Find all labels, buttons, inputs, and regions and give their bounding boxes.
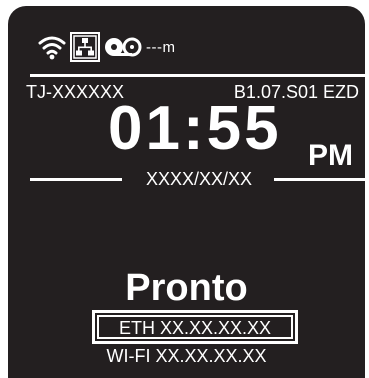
- wifi-address: WI-FI XX.XX.XX.XX: [106, 346, 267, 366]
- clock-date: XXXX/XX/XX: [145, 169, 253, 189]
- tape-distance: ---m: [146, 38, 176, 56]
- date-divider-left: [30, 178, 122, 181]
- printer-status: Pronto: [125, 267, 248, 309]
- ethernet-address: ETH XX.XX.XX.XX: [97, 315, 293, 339]
- printer-lcd-screen: ---m TJ-XXXXXX B1.07.S01 EZD 01:55 PM XX…: [8, 6, 365, 378]
- clock-ampm: PM: [308, 139, 353, 172]
- date-divider-right: [274, 178, 365, 181]
- header-divider: [30, 74, 365, 77]
- ethernet-network-icon: [70, 32, 100, 62]
- ethernet-address-box: ETH XX.XX.XX.XX: [92, 310, 298, 344]
- tape-reel-icon: [105, 37, 142, 57]
- clock-time: 01:55: [108, 94, 282, 163]
- wifi-icon: [38, 36, 66, 60]
- status-bar: ---m: [38, 32, 175, 62]
